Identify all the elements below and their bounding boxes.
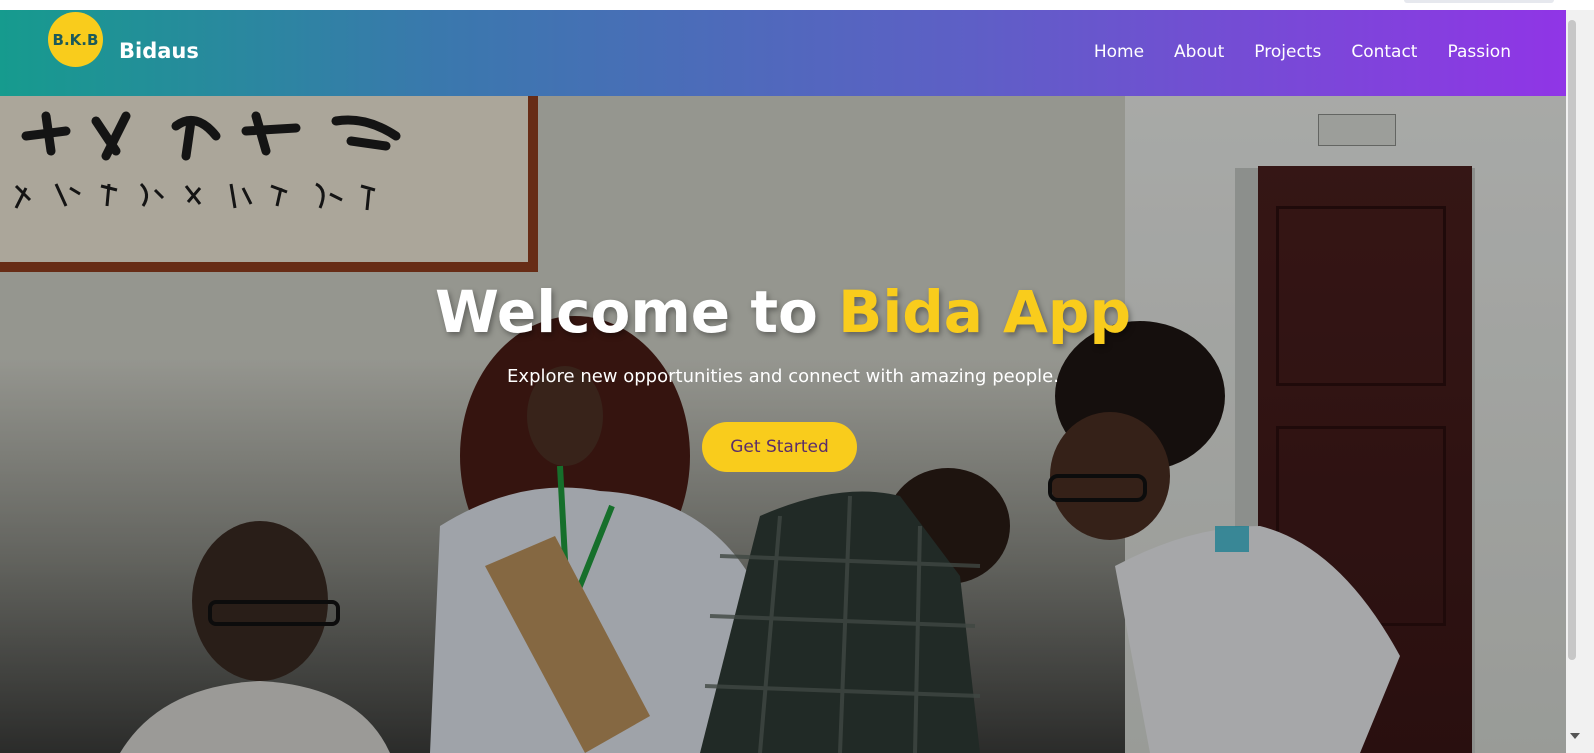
scrollbar-thumb[interactable] — [1568, 20, 1576, 660]
nav-contact-link[interactable]: Contact — [1351, 42, 1417, 62]
nav-home-link[interactable]: Home — [1094, 42, 1144, 62]
hero-title-accent: Bida App — [838, 278, 1131, 346]
hero-subtitle: Explore new opportunities and connect wi… — [507, 366, 1059, 387]
browser-scroll-indicator — [1404, 0, 1554, 3]
scroll-down-arrow-icon[interactable] — [1570, 733, 1580, 739]
get-started-button[interactable]: Get Started — [702, 422, 857, 472]
nav-passion-link[interactable]: Passion — [1447, 42, 1511, 62]
hero-section: Welcome to Bida App Explore new opportun… — [0, 96, 1566, 753]
brand-name[interactable]: Bidaus — [119, 39, 199, 63]
logo-text: B.K.B — [52, 30, 99, 49]
main-nav: Home About Projects Contact Passion — [1094, 42, 1511, 62]
nav-projects-link[interactable]: Projects — [1254, 42, 1321, 62]
browser-top-strip — [0, 0, 1594, 10]
logo[interactable]: B.K.B — [48, 12, 103, 67]
nav-about-link[interactable]: About — [1174, 42, 1224, 62]
hero-title-prefix: Welcome to — [435, 278, 839, 346]
navbar: B.K.B Bidaus Home About Projects Contact… — [0, 10, 1566, 96]
hero-title: Welcome to Bida App — [0, 278, 1566, 346]
